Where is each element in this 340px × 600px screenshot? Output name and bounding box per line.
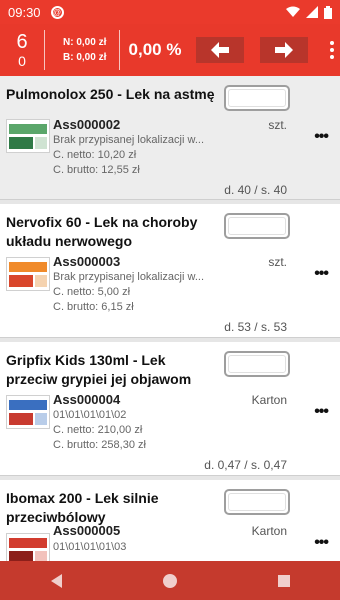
- quantity-input[interactable]: [224, 213, 290, 239]
- arrow-left-icon: [211, 42, 229, 58]
- at-sign-icon: @: [50, 5, 64, 19]
- item-counter: 6 0: [0, 24, 44, 76]
- product-name: Nervofix 60 - Lek na choroby układu nerw…: [6, 214, 198, 249]
- product-location: Brak przypisanej lokalizacji w...: [53, 134, 205, 146]
- product-code: Ass000002: [53, 117, 121, 132]
- price-brutto: C. brutto: 258,30 zł: [53, 439, 146, 451]
- count-top: 6: [16, 31, 28, 53]
- status-time: 09:30: [8, 4, 41, 20]
- status-icons: [286, 5, 332, 19]
- product-thumbnail: [6, 395, 50, 429]
- product-location: Brak przypisanej lokalizacji w...: [53, 271, 205, 283]
- list-item[interactable]: Pulmonolox 250 - Lek na astmę Ass000002 …: [0, 76, 340, 200]
- more-options-icon[interactable]: •••: [314, 534, 329, 552]
- system-navigation-bar: [0, 561, 340, 600]
- next-button[interactable]: [260, 37, 308, 63]
- product-unit: szt.: [268, 118, 287, 132]
- brutto-total: B: 0,00 zł: [63, 52, 107, 63]
- netto-total: N: 0,00 zł: [63, 37, 107, 48]
- product-location: 01\01\01\01\03: [53, 541, 127, 553]
- stock-info: d. 0,47 / s. 0,47: [204, 458, 287, 472]
- stock-info: d. 53 / s. 53: [224, 320, 287, 334]
- product-thumbnail: [6, 533, 50, 561]
- percent-value: 0,00 %: [128, 40, 182, 59]
- app-toolbar: 6 0 N: 0,00 zł B: 0,00 zł 0,00 %: [0, 24, 340, 76]
- price-netto: C. netto: 210,00 zł: [53, 424, 143, 436]
- signal-icon: [306, 6, 318, 18]
- count-bottom: 0: [18, 53, 26, 69]
- stock-info: d. 40 / s. 40: [224, 183, 287, 197]
- battery-icon: [324, 5, 332, 19]
- recent-apps-icon[interactable]: [277, 574, 290, 587]
- product-code: Ass000004: [53, 392, 121, 407]
- home-icon[interactable]: [162, 573, 177, 588]
- product-thumbnail: [6, 257, 50, 291]
- list-item[interactable]: Gripfix Kids 130ml - Lek przeciw grypiei…: [0, 342, 340, 476]
- list-item[interactable]: Ibomax 200 - Lek silnie przeciwbólowy As…: [0, 480, 340, 561]
- status-bar: 09:30 @: [0, 0, 340, 24]
- product-unit: Karton: [251, 524, 287, 538]
- product-unit: szt.: [268, 255, 287, 269]
- price-brutto: C. brutto: 12,55 zł: [53, 164, 140, 176]
- quantity-input[interactable]: [224, 489, 290, 515]
- price-netto: C. netto: 10,20 zł: [53, 149, 137, 161]
- quantity-input[interactable]: [224, 351, 290, 377]
- product-unit: Karton: [251, 393, 287, 407]
- price-netto: C. netto: 5,00 zł: [53, 286, 131, 298]
- more-options-icon[interactable]: •••: [314, 403, 329, 421]
- product-code: Ass000003: [53, 254, 121, 269]
- product-name: Ibomax 200 - Lek silnie przeciwbólowy: [6, 490, 159, 525]
- product-list: Pulmonolox 250 - Lek na astmę Ass000002 …: [0, 76, 340, 561]
- price-brutto: C. brutto: 6,15 zł: [53, 301, 134, 313]
- product-location: 01\01\01\01\02: [53, 409, 127, 421]
- product-name: Gripfix Kids 130ml - Lek przeciw grypiei…: [6, 352, 192, 387]
- more-options-icon[interactable]: •••: [314, 128, 329, 146]
- wifi-icon: [286, 6, 300, 17]
- arrow-right-icon: [275, 42, 293, 58]
- back-icon[interactable]: [50, 573, 62, 588]
- totals: N: 0,00 zł B: 0,00 zł: [45, 35, 119, 65]
- more-options-icon[interactable]: •••: [314, 265, 329, 283]
- product-code: Ass000005: [53, 523, 121, 538]
- product-name: Pulmonolox 250 - Lek na astmę: [6, 86, 215, 102]
- overflow-menu-icon[interactable]: [324, 41, 340, 59]
- product-thumbnail: [6, 119, 50, 153]
- quantity-input[interactable]: [224, 85, 290, 111]
- list-item[interactable]: Nervofix 60 - Lek na choroby układu nerw…: [0, 204, 340, 338]
- previous-button[interactable]: [196, 37, 244, 63]
